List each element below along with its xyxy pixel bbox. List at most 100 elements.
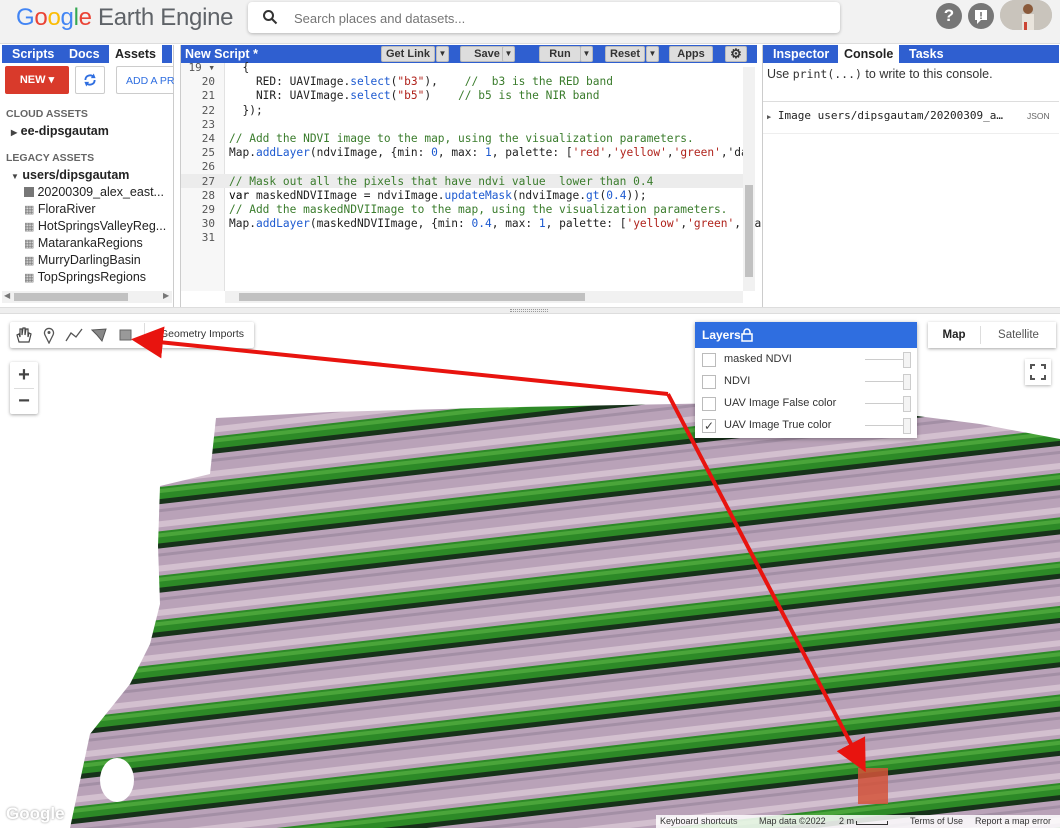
- console-entry[interactable]: ▶ Image users/dipsgautam/20200309_a…: [767, 109, 1003, 122]
- map-data-attribution[interactable]: Map data ©2022: [759, 815, 826, 828]
- save-menu-button[interactable]: ▼: [502, 46, 515, 62]
- reset-menu-button[interactable]: ▼: [646, 46, 659, 62]
- opacity-slider-knob[interactable]: [903, 352, 911, 368]
- marker-point-icon[interactable]: [39, 326, 59, 344]
- horizontal-scrollbar[interactable]: ◀ ▶: [2, 291, 172, 303]
- opacity-slider-knob[interactable]: [903, 418, 911, 434]
- tab-tasks[interactable]: Tasks: [903, 45, 950, 63]
- scrollbar-thumb[interactable]: [14, 293, 128, 301]
- right-tabbar: Inspector Console Tasks: [763, 45, 1059, 63]
- layers-header[interactable]: Layers: [695, 322, 917, 348]
- logo-product: Earth Engine: [91, 4, 234, 31]
- refresh-button[interactable]: [75, 66, 105, 94]
- layer-row[interactable]: NDVI: [695, 371, 917, 393]
- get-link-menu-button[interactable]: ▼: [436, 46, 449, 62]
- layer-checkbox[interactable]: ✓: [702, 419, 716, 433]
- asset-item-table[interactable]: ▦ MatarankaRegions: [24, 236, 143, 250]
- left-tabbar: Scripts Docs Assets: [2, 45, 172, 63]
- new-button[interactable]: NEW ▾: [5, 66, 69, 94]
- layer-row[interactable]: masked NDVI: [695, 349, 917, 371]
- code-line: NIR: UAVImage.select("b5") // b5 is the …: [229, 89, 600, 103]
- horizontal-scrollbar[interactable]: [225, 291, 743, 303]
- tab-docs[interactable]: Docs: [63, 45, 106, 63]
- splitter-grip[interactable]: [510, 309, 548, 312]
- polyline-icon[interactable]: [64, 326, 84, 344]
- asset-item-label: MatarankaRegions: [37, 236, 143, 250]
- search-input[interactable]: [294, 8, 814, 28]
- terms-link[interactable]: Terms of Use: [910, 815, 963, 828]
- asset-item-table[interactable]: ▦ HotSpringsValleyReg...: [24, 219, 166, 233]
- settings-gear-icon[interactable]: ⚙: [725, 46, 747, 62]
- opacity-slider-track[interactable]: [865, 381, 907, 382]
- scrollbar-thumb[interactable]: [239, 293, 585, 301]
- scale-label[interactable]: 2 m: [839, 815, 854, 828]
- chevron-down-icon: ▾: [48, 74, 55, 86]
- asset-item-table[interactable]: ▦ TopSpringsRegions: [24, 270, 146, 284]
- apps-button[interactable]: Apps: [669, 46, 713, 62]
- line-number: 22: [201, 103, 215, 117]
- search-box[interactable]: [248, 2, 840, 33]
- code-editor-panel: New Script * Get Link ▼ Save ▼ Run ▼ Res…: [180, 45, 761, 307]
- line-number: 29: [201, 203, 215, 216]
- code-line-comment: // Add the NDVI image to the map, using …: [229, 132, 694, 145]
- json-badge[interactable]: JSON: [1027, 111, 1050, 121]
- scroll-right-icon[interactable]: ▶: [163, 291, 169, 300]
- asset-item-table[interactable]: ▦ FloraRiver: [24, 202, 96, 216]
- opacity-slider-knob[interactable]: [903, 396, 911, 412]
- zoom-out-button[interactable]: −: [10, 388, 38, 414]
- run-menu-button[interactable]: ▼: [580, 46, 593, 62]
- tab-scripts[interactable]: Scripts: [6, 45, 60, 63]
- hand-pan-icon[interactable]: [13, 326, 33, 344]
- add-project-button[interactable]: ADD A PR: [116, 66, 174, 94]
- layer-checkbox[interactable]: [702, 375, 716, 389]
- caret-right-icon: ▶: [767, 113, 772, 121]
- layer-row[interactable]: ✓ UAV Image True color: [695, 415, 917, 437]
- image-asset-icon: [24, 187, 34, 197]
- layer-label: masked NDVI: [724, 353, 792, 365]
- asset-item-label: MurryDarlingBasin: [37, 253, 141, 267]
- divider: [144, 323, 145, 347]
- tab-console[interactable]: Console: [838, 45, 900, 63]
- map-footer: Keyboard shortcuts Map data ©2022 2 m Te…: [656, 815, 1060, 828]
- get-link-button[interactable]: Get Link: [381, 46, 435, 62]
- avatar[interactable]: [1000, 0, 1052, 30]
- help-icon[interactable]: ?: [936, 3, 962, 29]
- map-type-satellite-button[interactable]: Satellite: [981, 322, 1056, 348]
- rectangle-icon[interactable]: [115, 326, 135, 344]
- tab-assets[interactable]: Assets: [109, 45, 162, 63]
- layer-checkbox[interactable]: [702, 353, 716, 367]
- geometry-imports-button[interactable]: Geometry Imports: [160, 328, 244, 340]
- opacity-slider-track[interactable]: [865, 403, 907, 404]
- earth-engine-logo[interactable]: Google Earth Engine: [16, 4, 234, 32]
- fullscreen-button[interactable]: [1025, 359, 1051, 385]
- panel-splitter[interactable]: [0, 307, 1060, 314]
- opacity-slider-knob[interactable]: [903, 374, 911, 390]
- zoom-in-button[interactable]: +: [10, 362, 38, 388]
- opacity-slider-track[interactable]: [865, 359, 907, 360]
- report-error-link[interactable]: Report a map error: [975, 815, 1051, 828]
- legacy-root-folder[interactable]: ▼ users/dipsgautam: [11, 168, 129, 182]
- run-button[interactable]: Run: [539, 46, 581, 62]
- cloud-root-folder[interactable]: ▶ ee-dipsgautam: [11, 124, 109, 138]
- feedback-icon[interactable]: [968, 3, 994, 29]
- scroll-left-icon[interactable]: ◀: [4, 291, 10, 300]
- opacity-slider-track[interactable]: [865, 425, 907, 426]
- cloud-root-label: ee-dipsgautam: [20, 124, 109, 138]
- vertical-scrollbar[interactable]: [743, 67, 755, 291]
- editor-toolbar: New Script * Get Link ▼ Save ▼ Run ▼ Res…: [181, 45, 757, 63]
- cloud-assets-heading: CLOUD ASSETS: [6, 108, 88, 120]
- map-type-map-button[interactable]: Map: [928, 322, 980, 348]
- lock-icon[interactable]: [741, 328, 753, 342]
- scrollbar-thumb[interactable]: [745, 185, 753, 277]
- line-number: 23: [201, 117, 215, 131]
- tab-inspector[interactable]: Inspector: [767, 45, 835, 63]
- layer-checkbox[interactable]: [702, 397, 716, 411]
- divider: [763, 101, 1059, 102]
- keyboard-shortcuts-link[interactable]: Keyboard shortcuts: [660, 815, 738, 828]
- polygon-icon[interactable]: [89, 326, 109, 344]
- asset-item-table[interactable]: ▦ MurryDarlingBasin: [24, 253, 141, 267]
- layer-row[interactable]: UAV Image False color: [695, 393, 917, 415]
- asset-item-image[interactable]: 20200309_alex_east...: [24, 185, 164, 199]
- reset-button[interactable]: Reset: [605, 46, 645, 62]
- legacy-root-label: users/dipsgautam: [22, 168, 130, 182]
